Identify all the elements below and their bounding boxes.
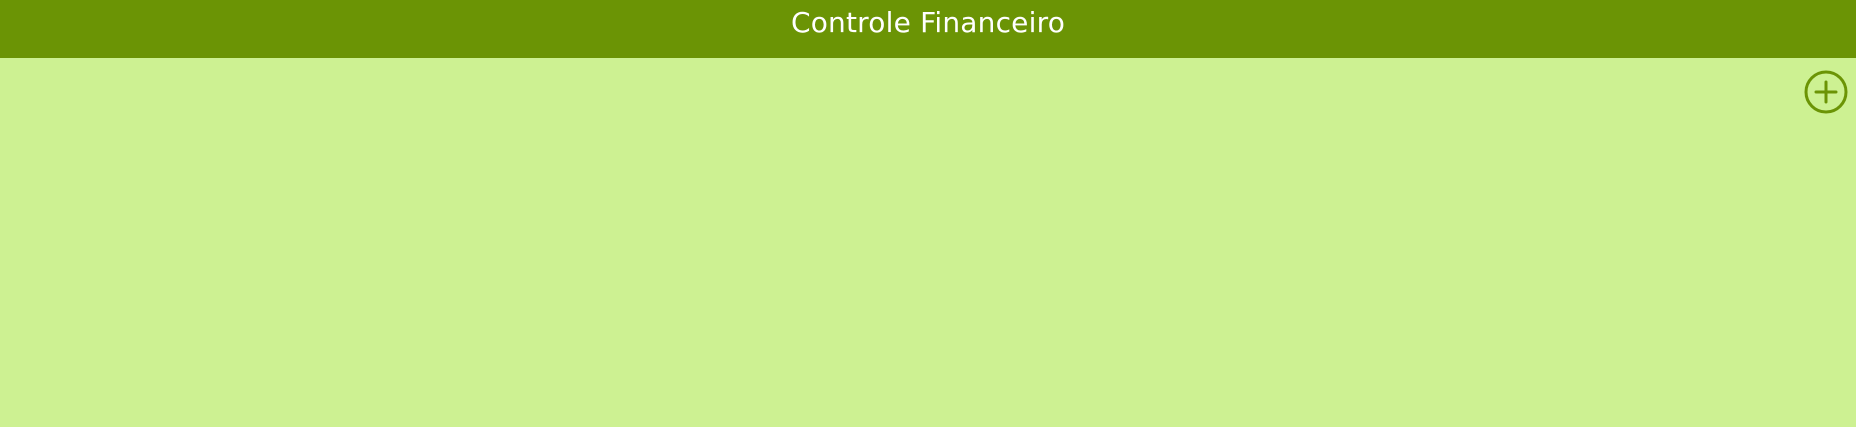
page-title: Controle Financeiro — [790, 6, 1066, 39]
add-button[interactable] — [1803, 69, 1849, 115]
plus-circle-icon — [1804, 70, 1848, 114]
top-header: Controle Financeiro — [0, 0, 1856, 58]
main-content — [0, 58, 1856, 427]
app-window: Controle Financeiro — [0, 0, 1856, 427]
